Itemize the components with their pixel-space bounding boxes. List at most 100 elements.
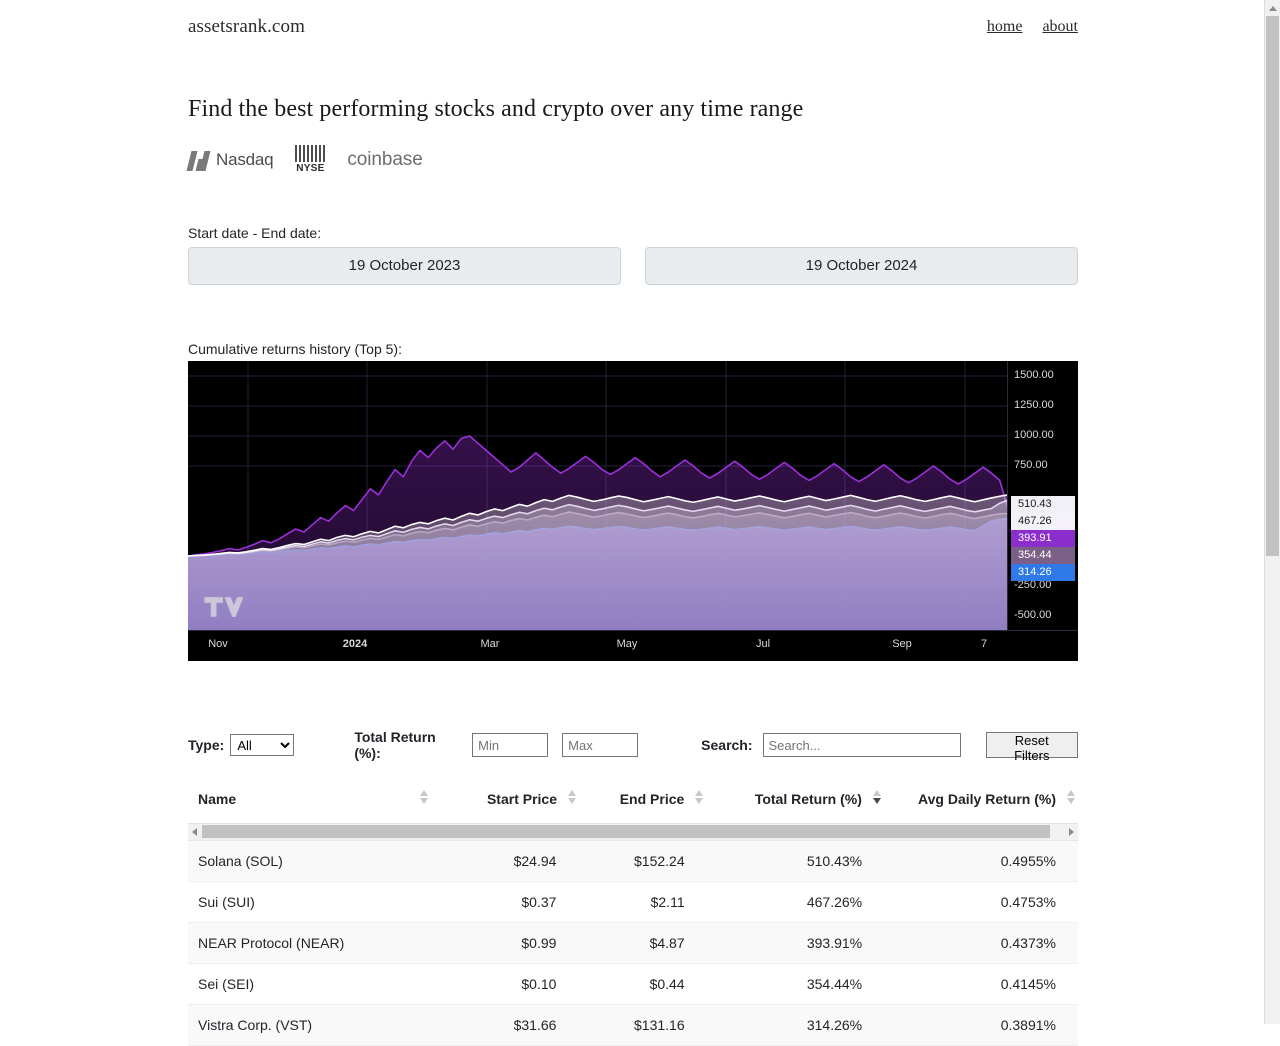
cell-end: $4.87: [578, 922, 707, 964]
filter-min-input[interactable]: [472, 733, 549, 757]
filter-type-group: Type: All: [188, 734, 295, 756]
cell-start: $24.94: [440, 841, 579, 882]
date-range-label: Start date - End date:: [188, 225, 322, 241]
exchange-logo-row: Nasdaq NYSE coinbase: [186, 145, 1078, 174]
tradingview-watermark-icon: [204, 597, 244, 617]
cell-avg: 0.4753%: [884, 881, 1078, 923]
results-table-head: Name Start Price End Price Total Return …: [188, 790, 1078, 824]
results-table-body-table: Solana (SOL) $24.94 $152.24 510.43% 0.4955% S…: [188, 841, 1078, 1046]
price-badge: 467.26: [1011, 513, 1075, 530]
column-header-start-price[interactable]: Start Price: [440, 790, 579, 824]
price-tick: 1500.00: [1014, 369, 1054, 381]
price-badge: 393.91: [1011, 530, 1075, 547]
cell-end: $152.24: [578, 841, 707, 882]
cell-start: $0.99: [440, 922, 579, 964]
filter-type-label: Type:: [188, 737, 225, 753]
site-header: assetsrank.com home about: [188, 0, 1078, 38]
results-table-body: Solana (SOL) $24.94 $152.24 510.43% 0.4955% S…: [188, 841, 1078, 1046]
sort-icon-avg-daily-return[interactable]: [1067, 790, 1076, 804]
cell-end: $2.11: [578, 881, 707, 923]
time-tick: Nov: [208, 638, 228, 650]
scroll-thumb[interactable]: [202, 825, 1050, 838]
price-tick: 1000.00: [1014, 429, 1054, 441]
returns-chart[interactable]: 1500.00 1250.00 1000.00 750.00 -250.00 -500.0…: [188, 361, 1078, 661]
reset-filters-button[interactable]: Reset Filters: [985, 732, 1078, 763]
search-input[interactable]: [762, 733, 961, 757]
column-header-end-price[interactable]: End Price: [579, 790, 707, 824]
cell-name: Sui (SUI): [188, 881, 441, 923]
filter-type-select[interactable]: All: [230, 734, 295, 756]
cell-total: 467.26%: [706, 881, 885, 923]
time-tick: Jul: [755, 638, 771, 650]
filter-search-label: Search:: [701, 737, 753, 753]
column-header-start-price-label: Start Price: [486, 791, 557, 807]
page-title: Find the best performing stocks and cryp…: [188, 96, 804, 122]
sort-icon-start-price[interactable]: [568, 790, 577, 804]
nasdaq-logo-label: Nasdaq: [216, 149, 274, 169]
cell-name: Sei (SEI): [188, 963, 441, 1005]
sort-icon-total-return[interactable]: [872, 790, 882, 804]
filter-total-return-group: Total Return (%):: [354, 729, 639, 761]
column-header-total-return-label: Total Return (%): [754, 791, 862, 807]
coinbase-logo-label: coinbase: [347, 148, 423, 170]
time-tick: Sep: [892, 638, 912, 650]
results-table-wrap: Name Start Price End Price Total Return …: [188, 790, 1078, 1046]
sort-icon-name[interactable]: [419, 790, 429, 804]
date-range-row: 19 October 2023 19 October 2024: [188, 247, 1078, 285]
cell-end: $0.44: [578, 963, 707, 1005]
table-row[interactable]: Sei (SEI) $0.10 $0.44 354.44% 0.4145%: [188, 963, 1078, 1005]
cell-total: 510.43%: [706, 841, 885, 882]
column-header-avg-daily-return[interactable]: Avg Daily Return (%): [883, 790, 1078, 824]
scroll-left-arrow-icon[interactable]: [188, 824, 201, 840]
time-tick: 2024: [342, 638, 368, 650]
table-header-row: Name Start Price End Price Total Return …: [188, 790, 1078, 824]
column-header-total-return[interactable]: Total Return (%): [706, 790, 884, 824]
main-nav: home about: [987, 18, 1078, 36]
start-date-input[interactable]: 19 October 2023: [188, 247, 621, 285]
end-date-input[interactable]: 19 October 2024: [645, 247, 1078, 285]
cell-total: 393.91%: [706, 922, 885, 964]
time-tick: Mar: [480, 638, 500, 650]
page-scroll-thumb[interactable]: [1266, 16, 1279, 556]
nav-link-home[interactable]: home: [987, 18, 1023, 36]
table-row[interactable]: NEAR Protocol (NEAR) $0.99 $4.87 393.91% 0.4…: [188, 922, 1078, 964]
cell-end: $131.16: [578, 1004, 707, 1046]
time-tick: May: [616, 638, 638, 650]
table-filters: Type: All Total Return (%): Search: Rese…: [188, 729, 1078, 763]
filter-max-input[interactable]: [562, 733, 639, 757]
table-row[interactable]: Sui (SUI) $0.37 $2.11 467.26% 0.4753%: [188, 881, 1078, 923]
results-table: Name Start Price End Price Total Return …: [188, 790, 1078, 824]
sort-icon-end-price[interactable]: [695, 790, 704, 804]
table-row[interactable]: Vistra Corp. (VST) $31.66 $131.16 314.26% 0.…: [188, 1004, 1078, 1046]
page-scrollbar[interactable]: [1264, 0, 1280, 1024]
chart-time-scale[interactable]: Nov 2024 Mar May Jul Sep 7: [188, 630, 1078, 661]
nyse-logo: NYSE: [295, 145, 326, 174]
chart-price-scale[interactable]: 1500.00 1250.00 1000.00 750.00 -250.00 -500.0…: [1007, 361, 1078, 631]
chart-plot-area: [188, 361, 1008, 631]
cell-start: $0.10: [440, 963, 579, 1005]
nyse-logo-label: NYSE: [296, 163, 325, 174]
column-header-end-price-label: End Price: [619, 791, 685, 807]
price-badge: 354.44: [1011, 547, 1075, 564]
filter-total-return-label: Total Return (%):: [354, 729, 436, 761]
cell-start: $0.37: [440, 881, 579, 923]
column-header-name[interactable]: Name: [188, 790, 441, 824]
cell-avg: 0.4145%: [884, 963, 1078, 1005]
cell-avg: 0.4955%: [884, 841, 1078, 882]
table-row[interactable]: Solana (SOL) $24.94 $152.24 510.43% 0.4955%: [188, 841, 1078, 882]
cell-total: 314.26%: [706, 1004, 885, 1046]
column-header-name-label: Name: [198, 791, 237, 807]
page-scroll-up-arrow-icon[interactable]: [1265, 0, 1280, 15]
column-header-avg-daily-return-label: Avg Daily Return (%): [918, 791, 1056, 807]
nyse-bars-icon: [295, 145, 326, 162]
nav-link-about[interactable]: about: [1042, 18, 1078, 36]
table-horizontal-scrollbar[interactable]: [188, 824, 1078, 841]
nasdaq-mark-icon: [186, 149, 211, 171]
nasdaq-logo: Nasdaq: [186, 149, 274, 171]
cell-total: 354.44%: [706, 963, 885, 1005]
price-badge: 314.26: [1011, 564, 1075, 581]
cell-name: Vistra Corp. (VST): [188, 1004, 441, 1046]
cell-start: $31.66: [440, 1004, 579, 1046]
scroll-right-arrow-icon[interactable]: [1065, 824, 1078, 840]
price-tick: 750.00: [1014, 459, 1048, 471]
